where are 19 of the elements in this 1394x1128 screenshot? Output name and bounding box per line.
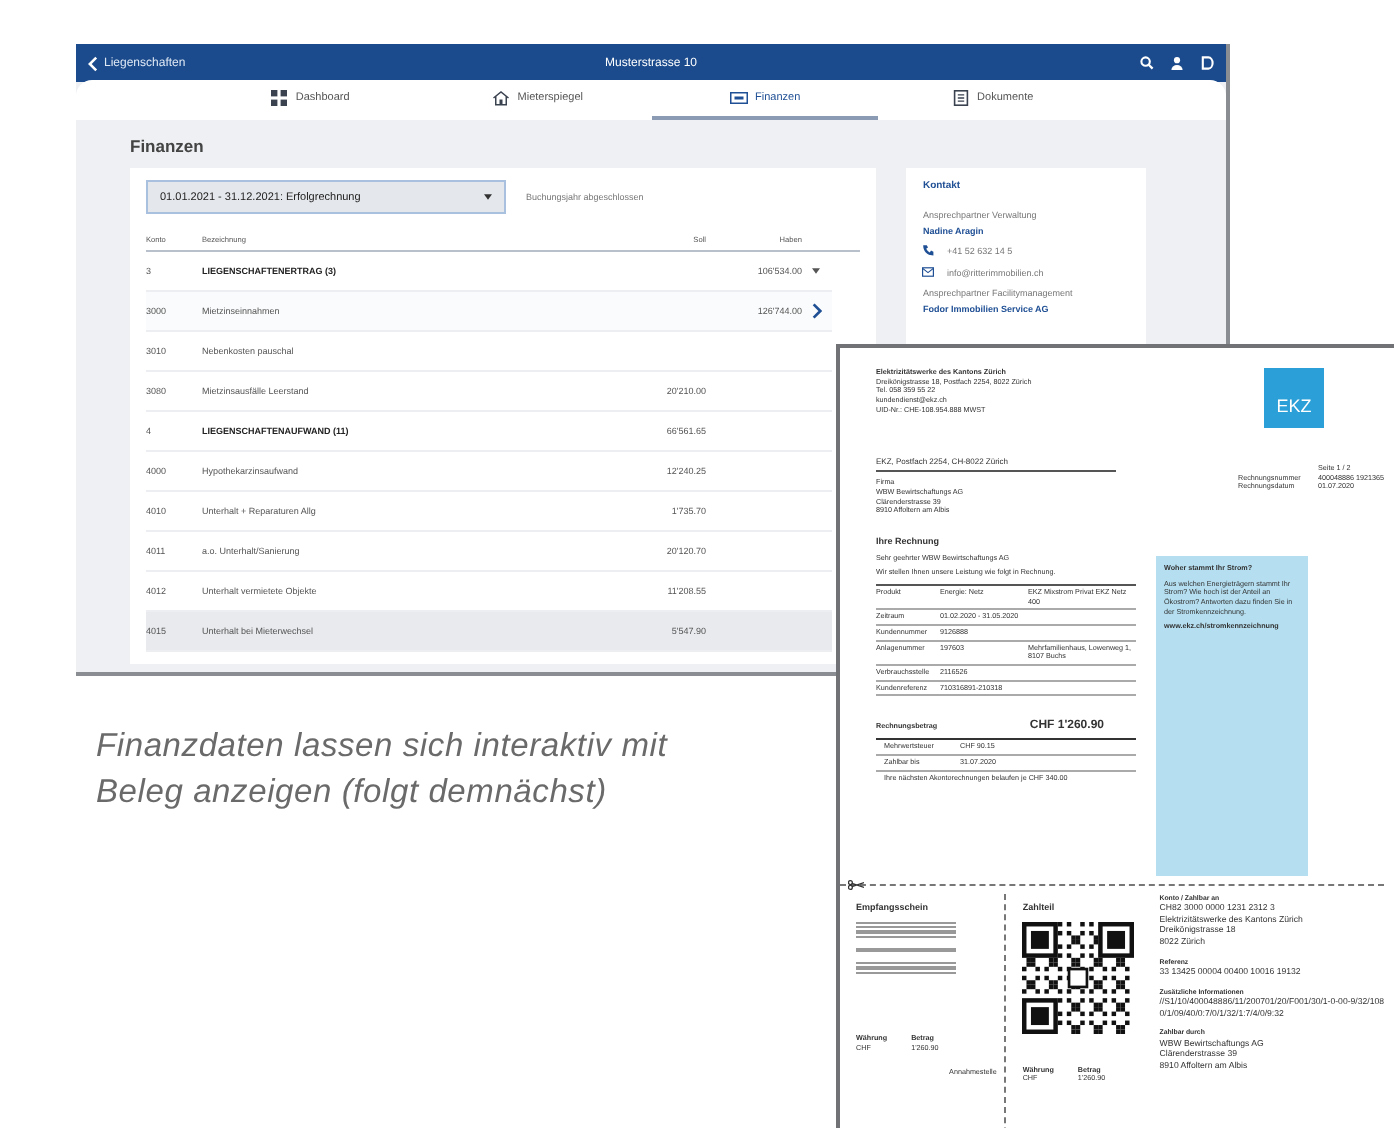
phone-icon [922, 244, 935, 256]
logo: EKZ [1264, 368, 1324, 428]
section-title: Finanzen [130, 136, 206, 156]
user-icon[interactable] [1170, 56, 1184, 70]
search-icon[interactable] [1140, 56, 1154, 70]
banknote-icon [729, 90, 748, 106]
caption: Finanzdaten lassen sich interaktiv mit Beleg anzeigen (folgt demnächst) [96, 726, 670, 814]
qr-code [1022, 921, 1135, 1034]
mail-icon [922, 266, 935, 278]
caret-icon[interactable] [812, 268, 820, 274]
grid-icon [269, 90, 288, 106]
caret-down-icon [484, 194, 492, 200]
logout-icon[interactable] [1200, 56, 1214, 70]
chevron-left-icon [88, 55, 98, 71]
house-icon [491, 90, 510, 106]
document-icon [951, 90, 970, 106]
chevron-right-icon[interactable] [811, 302, 821, 320]
scissors-icon [848, 879, 864, 890]
text-lines-drawing [856, 921, 956, 974]
